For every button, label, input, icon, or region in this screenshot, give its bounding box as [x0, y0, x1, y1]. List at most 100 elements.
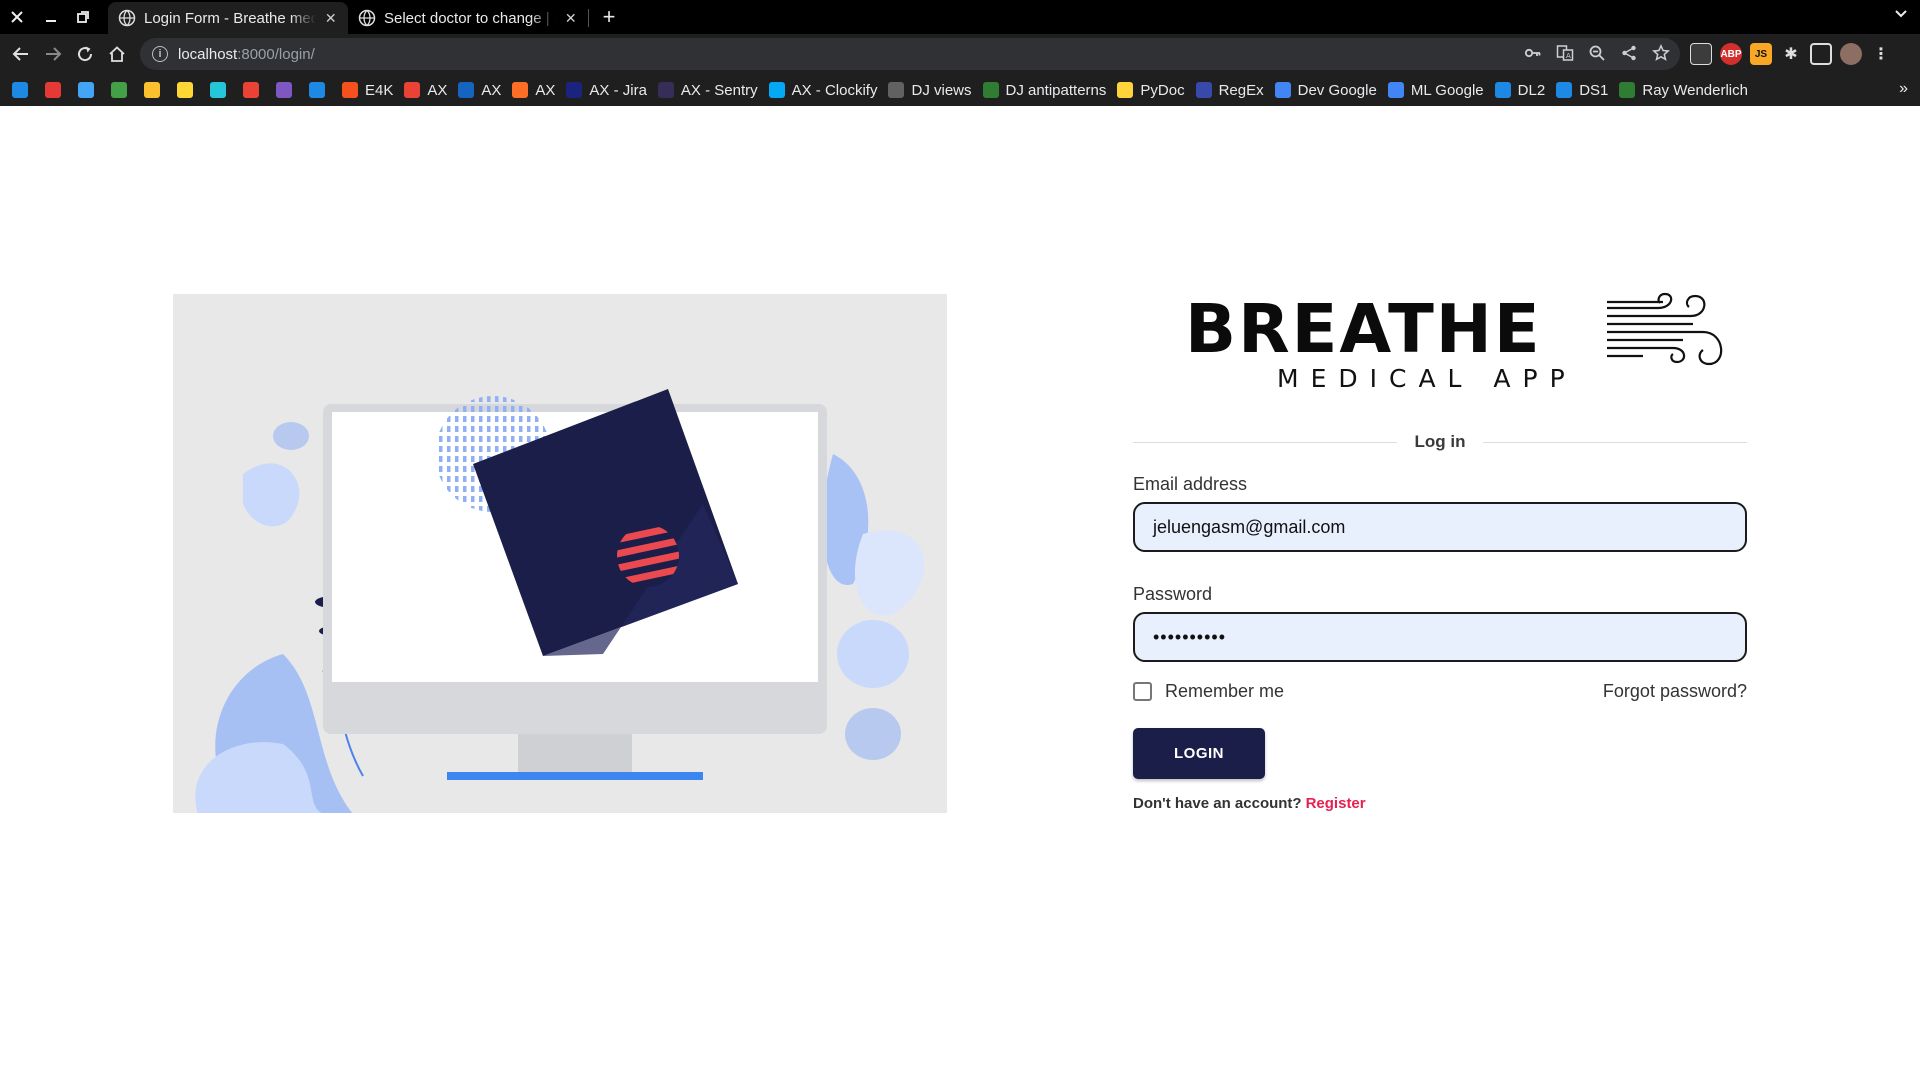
- bookmark-label: DJ antipatterns: [1005, 81, 1107, 99]
- bookmark-favicon-icon: [1274, 82, 1291, 98]
- login-button[interactable]: LOGIN: [1133, 728, 1265, 779]
- login-options-row: Remember me Forgot password?: [1133, 681, 1747, 702]
- close-tab-icon[interactable]: ✕: [564, 10, 578, 27]
- bookmark-item[interactable]: AX - Jira: [566, 82, 647, 99]
- bookmark-favicon-icon: [512, 82, 529, 98]
- home-icon[interactable]: [103, 40, 131, 68]
- svg-text:A: A: [1566, 52, 1571, 60]
- password-field[interactable]: ••••••••••: [1133, 612, 1747, 662]
- bookmark-favicon-icon: [458, 82, 475, 98]
- bookmark-item[interactable]: [243, 82, 266, 98]
- forward-icon[interactable]: [39, 40, 67, 68]
- login-panel: BREATHE MEDICAL APP Log in Email address: [1133, 266, 1747, 812]
- login-section-title: Log in: [1396, 432, 1484, 451]
- no-account-text: Don't have an account?: [1133, 795, 1302, 812]
- new-tab-button[interactable]: +: [596, 4, 622, 30]
- translate-icon[interactable]: A: [1554, 42, 1576, 64]
- bookmark-item[interactable]: [309, 82, 332, 98]
- bookmark-item[interactable]: E4K: [342, 82, 393, 99]
- key-icon[interactable]: [1522, 42, 1544, 64]
- bookmark-item[interactable]: DS1: [1556, 82, 1608, 99]
- address-bar[interactable]: i localhost:8000/login/ A: [140, 38, 1680, 70]
- bookmark-favicon-icon: [1195, 82, 1212, 98]
- forgot-password-link[interactable]: Forgot password?: [1603, 681, 1747, 702]
- site-info-icon[interactable]: i: [152, 46, 168, 62]
- bookmark-label: E4K: [365, 81, 394, 99]
- close-tab-icon[interactable]: ✕: [324, 10, 338, 27]
- bookmark-favicon-icon: [888, 82, 905, 98]
- bookmark-item[interactable]: RegEx: [1195, 81, 1264, 99]
- bookmark-favicon-icon: [1556, 82, 1573, 98]
- bookmark-favicon-icon: [342, 82, 358, 98]
- bookmark-favicon-icon: [78, 82, 94, 98]
- page: BREATHE MEDICAL APP Log in Email address: [0, 106, 1920, 1080]
- browser-tabstrip: Login Form - Breathe medical app ✕ Selec…: [0, 0, 1920, 34]
- bookmark-label: DS1: [1579, 81, 1609, 99]
- bookmark-item[interactable]: Ray Wenderlich: [1619, 82, 1748, 99]
- tab-separator: [588, 9, 589, 27]
- profile-avatar-icon[interactable]: [1840, 43, 1862, 65]
- bookmark-label: ML Google: [1410, 81, 1484, 99]
- bookmark-item[interactable]: AX - Sentry: [657, 81, 758, 99]
- register-link[interactable]: Register: [1306, 795, 1366, 812]
- zoom-icon[interactable]: [1586, 42, 1608, 64]
- remember-me[interactable]: Remember me: [1133, 681, 1284, 702]
- bookmark-star-icon[interactable]: [1650, 42, 1672, 64]
- remember-me-checkbox[interactable]: [1133, 682, 1152, 701]
- bookmark-item[interactable]: DL2: [1494, 81, 1546, 99]
- bookmark-favicon-icon: [768, 82, 785, 98]
- close-window-icon[interactable]: [4, 4, 30, 30]
- tab-search-icon[interactable]: [1894, 6, 1908, 22]
- bookmark-favicon-icon: [45, 82, 61, 98]
- bookmark-label: AX - Sentry: [680, 81, 758, 99]
- bookmark-favicon-icon: [243, 82, 259, 98]
- bookmark-item[interactable]: [111, 82, 134, 98]
- bookmark-favicon-icon: [566, 82, 583, 98]
- bookmark-label: AX: [535, 81, 556, 99]
- email-field[interactable]: jeluengasm@gmail.com: [1133, 502, 1747, 552]
- bookmark-label: DL2: [1517, 81, 1546, 99]
- bookmark-item[interactable]: ML Google: [1387, 81, 1484, 99]
- url-path: :8000/login/: [237, 45, 315, 63]
- tab-select-doctor[interactable]: Select doctor to change | Django site ad…: [348, 2, 588, 34]
- cast-extension-icon[interactable]: [1690, 43, 1712, 65]
- bookmarks-overflow-icon[interactable]: »: [1899, 80, 1908, 98]
- puzzle-extensions-icon[interactable]: ✱: [1780, 43, 1802, 65]
- bookmarks-bar: E4K AX AX AX AX - Jira AX - Sentry AX - Clocki…: [0, 74, 1920, 106]
- tab-login-form[interactable]: Login Form - Breathe medical app ✕: [108, 2, 348, 34]
- wind-icon: [1607, 292, 1723, 366]
- adblock-extension-icon[interactable]: ABP: [1720, 43, 1742, 65]
- share-icon[interactable]: [1618, 42, 1640, 64]
- bookmark-favicon-icon: [276, 82, 292, 98]
- bookmark-item[interactable]: [144, 82, 167, 98]
- back-icon[interactable]: [7, 40, 35, 68]
- reload-icon[interactable]: [71, 40, 99, 68]
- bookmark-label: Dev Google: [1297, 81, 1377, 99]
- bookmark-favicon-icon: [982, 82, 999, 98]
- side-panel-icon[interactable]: [1810, 43, 1832, 65]
- logo-subtitle: MEDICAL APP: [1277, 364, 1577, 393]
- menu-kebab-icon[interactable]: ⋮: [1870, 43, 1892, 65]
- bookmark-item[interactable]: [276, 82, 299, 98]
- bookmark-item[interactable]: DJ views: [888, 82, 972, 99]
- bookmark-item[interactable]: DJ antipatterns: [982, 81, 1107, 99]
- js-extension-icon[interactable]: JS: [1750, 43, 1772, 65]
- login-divider: Log in: [1133, 426, 1747, 460]
- bookmark-item[interactable]: Dev Google: [1274, 81, 1377, 99]
- restore-window-icon[interactable]: [70, 4, 96, 30]
- bookmark-item[interactable]: AX: [458, 82, 501, 99]
- bookmark-item[interactable]: PyDoc: [1117, 82, 1185, 99]
- email-value: jeluengasm@gmail.com: [1153, 516, 1346, 537]
- bookmark-item[interactable]: AX: [404, 82, 447, 99]
- bookmark-item[interactable]: AX: [512, 82, 555, 99]
- bookmark-item[interactable]: [12, 82, 35, 98]
- bookmark-label: RegEx: [1218, 81, 1264, 99]
- bookmark-item[interactable]: [210, 82, 233, 98]
- minimize-window-icon[interactable]: [38, 4, 64, 30]
- bookmark-item[interactable]: [45, 82, 68, 98]
- bookmark-item[interactable]: AX - Clockify: [768, 82, 877, 99]
- bookmark-item[interactable]: [78, 82, 101, 98]
- browser-toolbar: i localhost:8000/login/ A ABP JS ✱ ⋮: [0, 34, 1920, 74]
- globe-icon: [358, 9, 376, 27]
- bookmark-item[interactable]: [177, 82, 200, 98]
